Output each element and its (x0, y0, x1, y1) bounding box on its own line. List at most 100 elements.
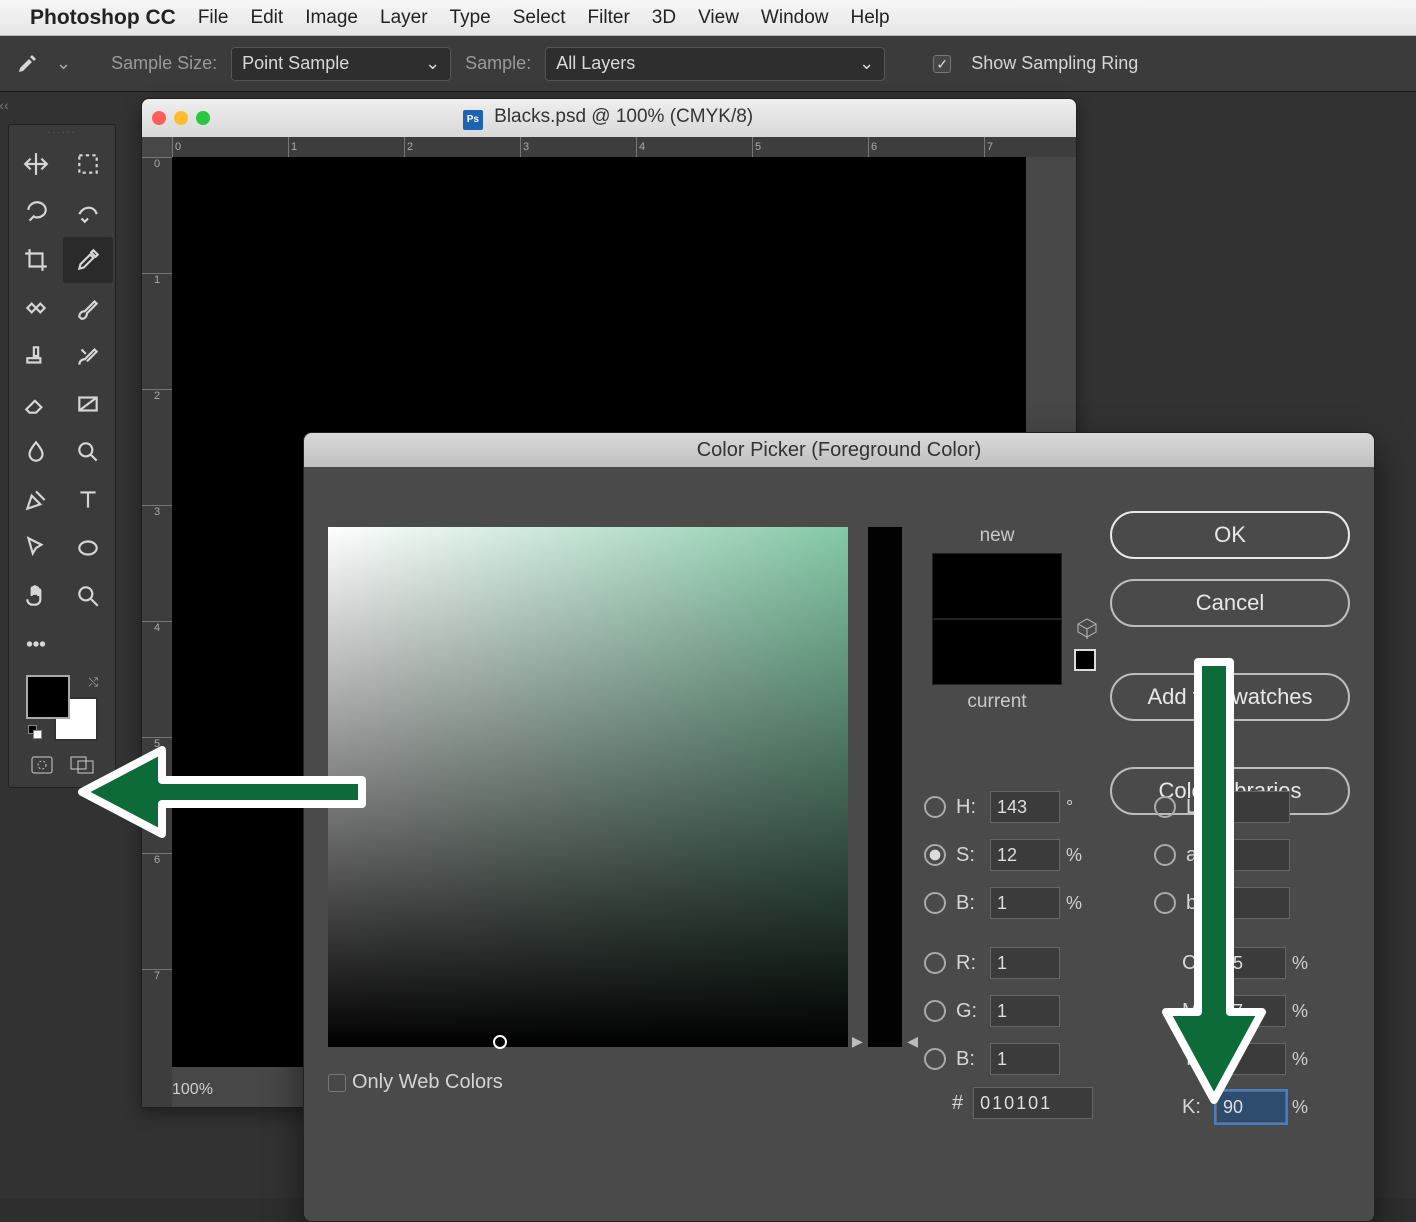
workspace: ‹‹ ∙∙∙∙∙∙ ⤭ (0, 92, 1416, 1198)
eyedropper-tool[interactable] (63, 237, 113, 283)
g-input[interactable] (990, 995, 1060, 1027)
l-input[interactable] (1220, 791, 1290, 823)
new-color-label: new (932, 525, 1062, 547)
menu-3d[interactable]: 3D (652, 7, 676, 29)
gradient-tool[interactable] (63, 381, 113, 427)
h-radio[interactable] (924, 796, 946, 818)
menu-file[interactable]: File (198, 7, 229, 29)
quick-select-tool[interactable] (63, 189, 113, 235)
panel-grip[interactable]: ∙∙∙∙∙∙ (9, 125, 115, 139)
s-input[interactable] (990, 839, 1060, 871)
ruler-tick: 0 (172, 137, 181, 157)
sample-size-select[interactable]: Point Sample ⌄ (231, 47, 451, 81)
r-input[interactable] (990, 947, 1060, 979)
type-tool[interactable] (63, 477, 113, 523)
ruler-tick: 4 (142, 621, 172, 634)
only-web-colors-label: Only Web Colors (352, 1071, 503, 1094)
expand-panel-icon[interactable]: ‹‹ (0, 96, 8, 114)
window-titlebar[interactable]: Ps Blacks.psd @ 100% (CMYK/8) (142, 99, 1076, 137)
g-radio[interactable] (924, 1000, 946, 1022)
b2-input[interactable] (990, 1043, 1060, 1075)
brush-tool[interactable] (63, 285, 113, 331)
eraser-tool[interactable] (11, 381, 61, 427)
show-sampling-ring-checkbox[interactable] (933, 55, 951, 73)
vertical-ruler[interactable]: 01234567 (142, 157, 172, 1107)
c-label: C: (1182, 952, 1216, 975)
k-input[interactable] (1216, 1091, 1286, 1123)
current-color-swatch[interactable] (932, 619, 1062, 685)
quick-mask-icon[interactable] (27, 753, 57, 777)
menu-window[interactable]: Window (761, 7, 829, 29)
a-input[interactable] (1220, 839, 1290, 871)
a-radio[interactable] (1154, 844, 1176, 866)
only-web-colors-checkbox[interactable] (328, 1074, 346, 1092)
default-colors-icon[interactable] (28, 725, 42, 739)
ruler-tick: 2 (142, 389, 172, 402)
b-label: B: (956, 892, 990, 915)
history-brush-tool[interactable] (63, 333, 113, 379)
menu-help[interactable]: Help (851, 7, 890, 29)
c-input[interactable] (1216, 947, 1286, 979)
menu-type[interactable]: Type (450, 7, 491, 29)
m-input[interactable] (1216, 995, 1286, 1027)
h-input[interactable] (990, 791, 1060, 823)
menu-filter[interactable]: Filter (588, 7, 630, 29)
s-label: S: (956, 844, 990, 867)
lab-b-radio[interactable] (1154, 892, 1176, 914)
dodge-tool[interactable] (63, 429, 113, 475)
lab-b-label: b: (1186, 892, 1220, 915)
hex-input[interactable] (973, 1087, 1093, 1119)
gamut-swatch[interactable] (1074, 649, 1096, 671)
menu-edit[interactable]: Edit (250, 7, 283, 29)
menu-layer[interactable]: Layer (380, 7, 428, 29)
path-select-tool[interactable] (11, 525, 61, 571)
stamp-tool[interactable] (11, 333, 61, 379)
pen-tool[interactable] (11, 477, 61, 523)
add-swatches-button[interactable]: Add to Swatches (1110, 673, 1350, 721)
healing-tool[interactable] (11, 285, 61, 331)
hand-tool[interactable] (11, 573, 61, 619)
lasso-tool[interactable] (11, 189, 61, 235)
tool-preset-chevron-icon[interactable]: ⌄ (56, 53, 71, 74)
ellipse-tool[interactable] (63, 525, 113, 571)
zoom-status[interactable]: 100% (172, 1081, 213, 1099)
hue-slider-arrow-icon[interactable]: ▶ (852, 1033, 863, 1050)
move-tool[interactable] (11, 141, 61, 187)
sb-cursor[interactable] (493, 1035, 507, 1049)
swap-colors-icon[interactable]: ⤭ (88, 675, 98, 690)
dialog-title[interactable]: Color Picker (Foreground Color) (304, 433, 1374, 467)
b-input[interactable] (990, 887, 1060, 919)
l-radio[interactable] (1154, 796, 1176, 818)
lab-b-input[interactable] (1220, 887, 1290, 919)
ok-button[interactable]: OK (1110, 511, 1350, 559)
horizontal-ruler[interactable]: 01234567 (172, 137, 1076, 157)
crop-tool[interactable] (11, 237, 61, 283)
b-radio[interactable] (924, 892, 946, 914)
zoom-tool[interactable] (63, 573, 113, 619)
cube-warning-icon[interactable] (1076, 617, 1098, 639)
hue-strip[interactable]: ▶ ◀ (868, 527, 902, 1047)
menu-image[interactable]: Image (305, 7, 358, 29)
r-radio[interactable] (924, 952, 946, 974)
sample-select[interactable]: All Layers ⌄ (545, 47, 885, 81)
screen-mode-icon[interactable] (67, 753, 97, 777)
saturation-brightness-field[interactable] (328, 527, 848, 1047)
app-name[interactable]: Photoshop CC (30, 6, 176, 30)
m-label: M: (1182, 1000, 1216, 1023)
menu-select[interactable]: Select (513, 7, 566, 29)
blur-tool[interactable] (11, 429, 61, 475)
color-picker-dialog: Color Picker (Foreground Color) ▶ ◀ Only… (303, 432, 1375, 1222)
menu-view[interactable]: View (698, 7, 739, 29)
y-input[interactable] (1216, 1043, 1286, 1075)
current-tool-icon[interactable] (12, 49, 42, 79)
cancel-button[interactable]: Cancel (1110, 579, 1350, 627)
c-unit: % (1292, 953, 1308, 974)
new-color-swatch[interactable] (932, 553, 1062, 619)
b2-radio[interactable] (924, 1048, 946, 1070)
foreground-swatch[interactable] (26, 675, 70, 719)
hue-slider-arrow-icon[interactable]: ◀ (907, 1033, 918, 1050)
fg-bg-swatch[interactable]: ⤭ (26, 675, 98, 741)
marquee-tool[interactable] (63, 141, 113, 187)
s-radio[interactable] (924, 844, 946, 866)
more-tool[interactable] (11, 621, 61, 667)
